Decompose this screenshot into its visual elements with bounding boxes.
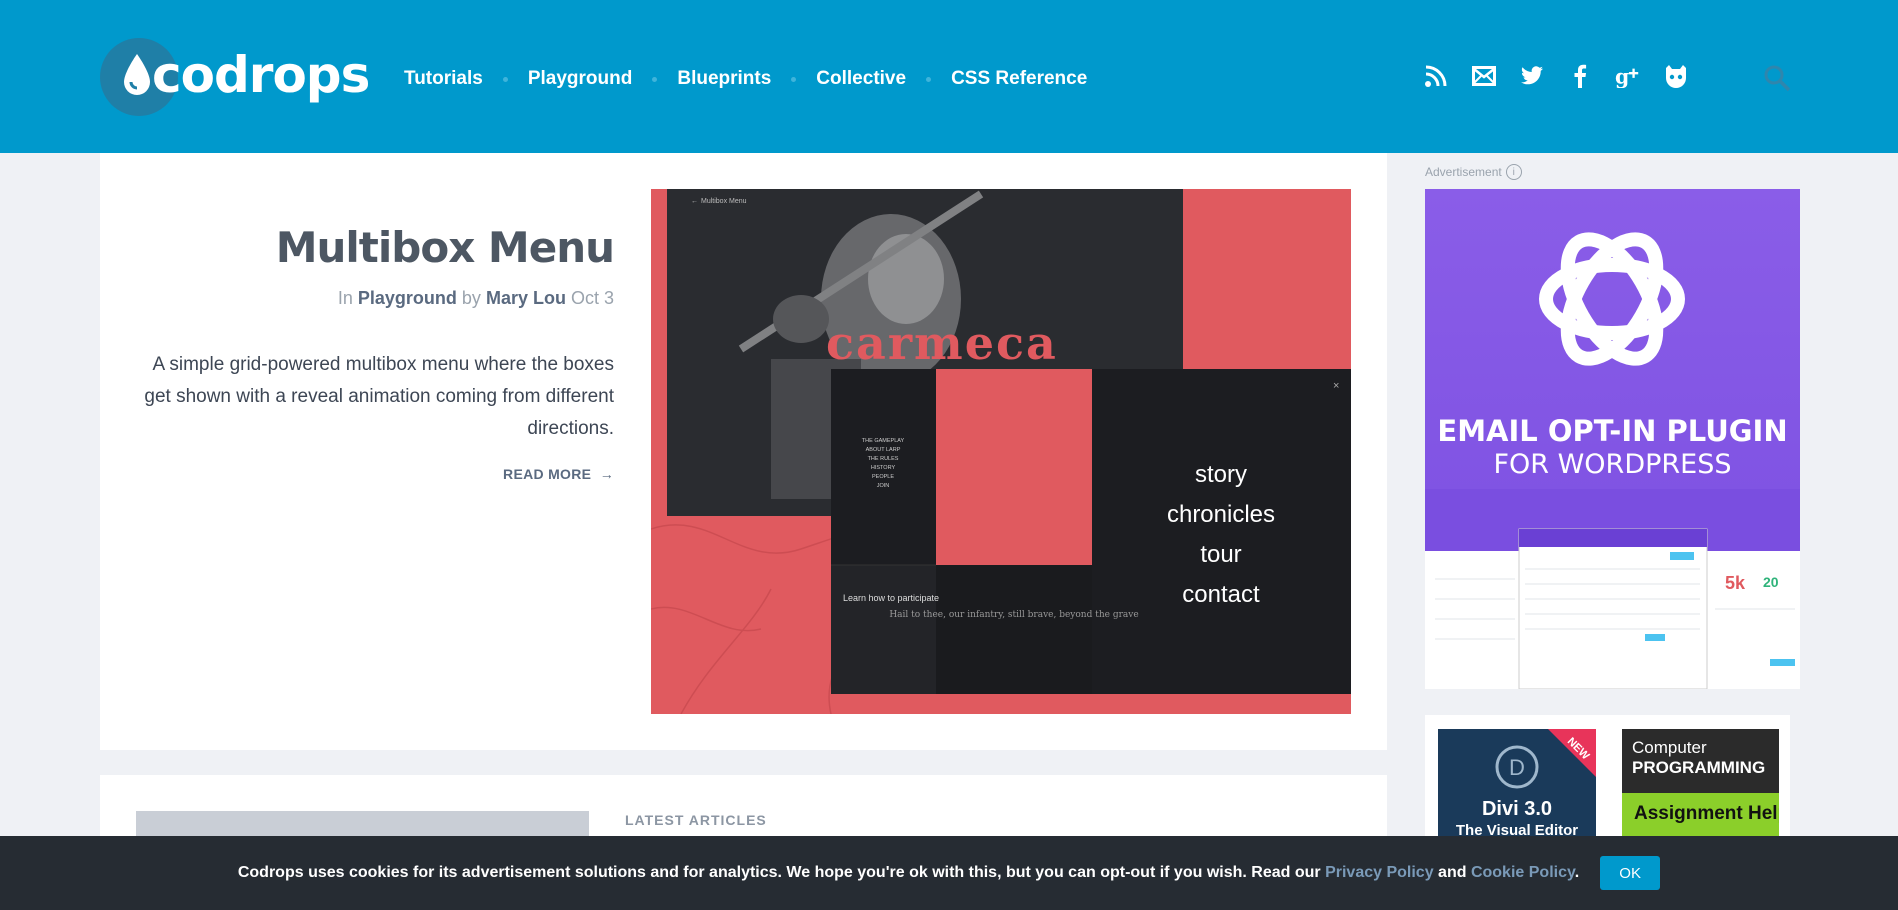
- latest-articles-label: LATEST ARTICLES: [625, 812, 767, 828]
- social-links: g: [1423, 63, 1689, 89]
- nav-css-reference[interactable]: CSS Reference: [951, 68, 1087, 90]
- meta-in-label: In: [337, 288, 353, 308]
- advertisement-label: Advertisement i: [1425, 164, 1522, 180]
- ad-headline-sub: FOR WORDPRESS: [1493, 449, 1732, 480]
- nav-separator: [791, 76, 797, 82]
- drop-icon: [124, 54, 150, 95]
- rss-icon[interactable]: [1423, 63, 1449, 89]
- article-image[interactable]: ← Multibox Menu carmeca THE GAMEPLAY ABO…: [651, 189, 1351, 714]
- twitter-icon[interactable]: [1519, 63, 1545, 89]
- cookie-period: .: [1574, 864, 1580, 881]
- meta-by-label: by: [461, 288, 481, 308]
- preview-learn-text: Learn how to participate: [843, 593, 939, 603]
- preview-menu-item: HISTORY: [871, 465, 896, 471]
- nav-separator: [652, 76, 658, 82]
- author-link[interactable]: Mary Lou: [486, 288, 566, 308]
- divi-title: Divi 3.0: [1482, 798, 1552, 820]
- main-nav: Tutorials Playground Blueprints Collecti…: [404, 68, 1087, 90]
- preview-menu-item: THE RULES: [868, 456, 899, 462]
- preview-big-menu-item: contact: [1182, 581, 1260, 608]
- preview-menu-item: ABOUT LARP: [866, 447, 901, 453]
- facebook-icon[interactable]: [1567, 63, 1593, 89]
- nav-blueprints[interactable]: Blueprints: [677, 68, 771, 90]
- privacy-policy-link[interactable]: Privacy Policy: [1325, 864, 1434, 881]
- nav-tutorials[interactable]: Tutorials: [404, 68, 483, 90]
- cookie-and: and: [1438, 864, 1467, 881]
- svg-text:20: 20: [1763, 574, 1779, 590]
- article-title[interactable]: Multibox Menu: [276, 223, 615, 272]
- preview-brand: carmeca: [826, 316, 1058, 370]
- preview-top-title: Multibox Menu: [701, 198, 747, 205]
- advertisement-banner[interactable]: 5k 20 EMAIL OPT-IN PLUGIN FOR WORDPRESS: [1425, 189, 1800, 689]
- book2-mid-text: PROGRAMMING: [1632, 758, 1765, 777]
- nav-separator: [926, 76, 932, 82]
- book2-top-text: Computer: [1632, 738, 1707, 757]
- nav-collective[interactable]: Collective: [816, 68, 906, 90]
- article-date: Oct 3: [570, 288, 614, 308]
- codrops-logo[interactable]: codrops: [100, 38, 370, 118]
- featured-article: Multibox Menu In Playground by Mary Lou …: [100, 153, 1387, 750]
- book2-bottom-text: Assignment Help: [1634, 803, 1779, 824]
- google-plus-icon[interactable]: g: [1615, 63, 1641, 89]
- read-more-label: READ MORE: [503, 466, 592, 482]
- github-icon[interactable]: [1663, 63, 1689, 89]
- info-icon[interactable]: i: [1505, 164, 1522, 180]
- article-description: A simple grid-powered multibox menu wher…: [144, 354, 614, 439]
- read-more-link[interactable]: READ MORE →: [503, 466, 614, 482]
- search-icon[interactable]: [1763, 64, 1791, 92]
- preview-menu-item: JOIN: [877, 483, 890, 489]
- nav-separator: [502, 76, 508, 82]
- ad-headline: EMAIL OPT-IN PLUGIN FOR WORDPRESS: [1425, 414, 1800, 482]
- svg-text:g: g: [1615, 64, 1629, 88]
- category-link[interactable]: Playground: [358, 288, 457, 308]
- cookie-ok-button[interactable]: OK: [1600, 856, 1661, 890]
- preview-big-menu-item: story: [1195, 461, 1247, 488]
- cookie-consent-bar: Codrops uses cookies for its advertiseme…: [0, 836, 1898, 910]
- preview-menu-item: THE GAMEPLAY: [862, 438, 905, 444]
- arrow-right-icon: →: [595, 466, 614, 482]
- cookie-policy-link[interactable]: Cookie Policy: [1471, 864, 1575, 881]
- preview-quote: Hail to thee, our infantry, still brave,…: [889, 610, 1138, 620]
- site-header: codrops Tutorials Playground Blueprints …: [0, 0, 1898, 153]
- article-meta: In Playground by Mary Lou Oct 3: [338, 288, 614, 309]
- svg-text:←: ←: [691, 198, 698, 205]
- advertisement-text: Advertisement: [1425, 165, 1502, 179]
- svg-text:×: ×: [1333, 380, 1339, 392]
- preview-big-menu-item: chronicles: [1167, 501, 1275, 528]
- cookie-message: Codrops uses cookies for its advertiseme…: [238, 864, 1579, 882]
- cookie-text: Codrops uses cookies for its advertiseme…: [237, 864, 1321, 881]
- preview-big-menu-item: tour: [1200, 541, 1241, 568]
- ad-headline-main: EMAIL OPT-IN PLUGIN: [1437, 414, 1788, 448]
- svg-text:D: D: [1509, 755, 1525, 780]
- preview-menu-item: PEOPLE: [872, 474, 894, 480]
- nav-playground[interactable]: Playground: [528, 68, 633, 90]
- logo-text: codrops: [152, 46, 370, 104]
- multibox-preview-illustration: ← Multibox Menu carmeca THE GAMEPLAY ABO…: [651, 189, 1351, 714]
- mail-icon[interactable]: [1471, 63, 1497, 89]
- svg-text:5k: 5k: [1725, 573, 1746, 593]
